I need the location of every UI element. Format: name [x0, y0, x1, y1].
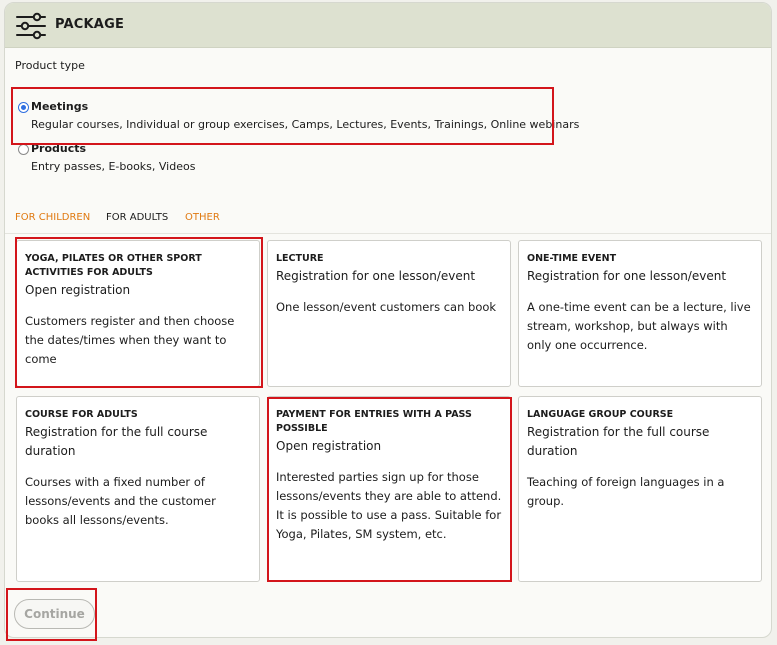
- radio-meetings-desc: Regular courses, Individual or group exe…: [31, 118, 580, 131]
- card-course-for-adults[interactable]: COURSE FOR ADULTS Registration for the f…: [16, 396, 260, 582]
- card-title: COURSE FOR ADULTS: [25, 409, 138, 420]
- card-one-time-event[interactable]: ONE-TIME EVENT Registration for one less…: [518, 240, 762, 387]
- tab-other[interactable]: OTHER: [185, 212, 220, 223]
- card-payment-with-pass[interactable]: PAYMENT FOR ENTRIES WITH A PASS POSSIBLE…: [267, 396, 511, 582]
- card-description: One lesson/event customers can book: [276, 300, 497, 314]
- radio-meetings[interactable]: [18, 102, 29, 113]
- card-description: A one-time event can be a lecture, live …: [527, 300, 751, 352]
- card-lecture[interactable]: LECTURE Registration for one lesson/even…: [267, 240, 511, 387]
- card-subtitle: Registration for one lesson/event: [276, 269, 476, 283]
- tab-for-children[interactable]: FOR CHILDREN: [15, 212, 90, 223]
- radio-products-desc: Entry passes, E-books, Videos: [31, 160, 196, 173]
- card-description: Customers register and then choose the d…: [25, 314, 235, 366]
- card-language-group-course[interactable]: LANGUAGE GROUP COURSE Registration for t…: [518, 396, 762, 582]
- radio-products-title: Products: [31, 142, 87, 155]
- card-title: LANGUAGE GROUP COURSE: [527, 409, 674, 420]
- radio-meetings-title: Meetings: [31, 100, 89, 113]
- sliders-icon: [16, 12, 46, 40]
- radio-products[interactable]: [18, 144, 29, 155]
- continue-button[interactable]: Continue: [14, 599, 95, 629]
- package-panel: PACKAGE Product type Meetings Regular co…: [4, 2, 772, 638]
- tab-for-adults[interactable]: FOR ADULTS: [106, 212, 168, 223]
- card-title: LECTURE: [276, 253, 324, 264]
- card-yoga-pilates[interactable]: YOGA, PILATES OR OTHER SPORT ACTIVITIES …: [16, 240, 260, 387]
- card-description: Interested parties sign up for those les…: [276, 470, 502, 541]
- card-description: Courses with a fixed number of lessons/e…: [25, 475, 216, 527]
- product-type-label: Product type: [15, 59, 85, 72]
- card-subtitle: Registration for the full course duratio…: [25, 425, 208, 458]
- panel-title: PACKAGE: [55, 17, 125, 32]
- card-title: ONE-TIME EVENT: [527, 253, 617, 264]
- card-subtitle: Open registration: [276, 439, 382, 453]
- panel-header: PACKAGE: [5, 3, 771, 48]
- card-title: YOGA, PILATES OR OTHER SPORT ACTIVITIES …: [25, 253, 202, 278]
- tabs-divider: [5, 233, 771, 234]
- card-subtitle: Registration for one lesson/event: [527, 269, 727, 283]
- card-description: Teaching of foreign languages in a group…: [527, 475, 725, 508]
- card-subtitle: Registration for the full course duratio…: [527, 425, 710, 458]
- card-subtitle: Open registration: [25, 283, 131, 297]
- card-title: PAYMENT FOR ENTRIES WITH A PASS POSSIBLE: [276, 409, 472, 434]
